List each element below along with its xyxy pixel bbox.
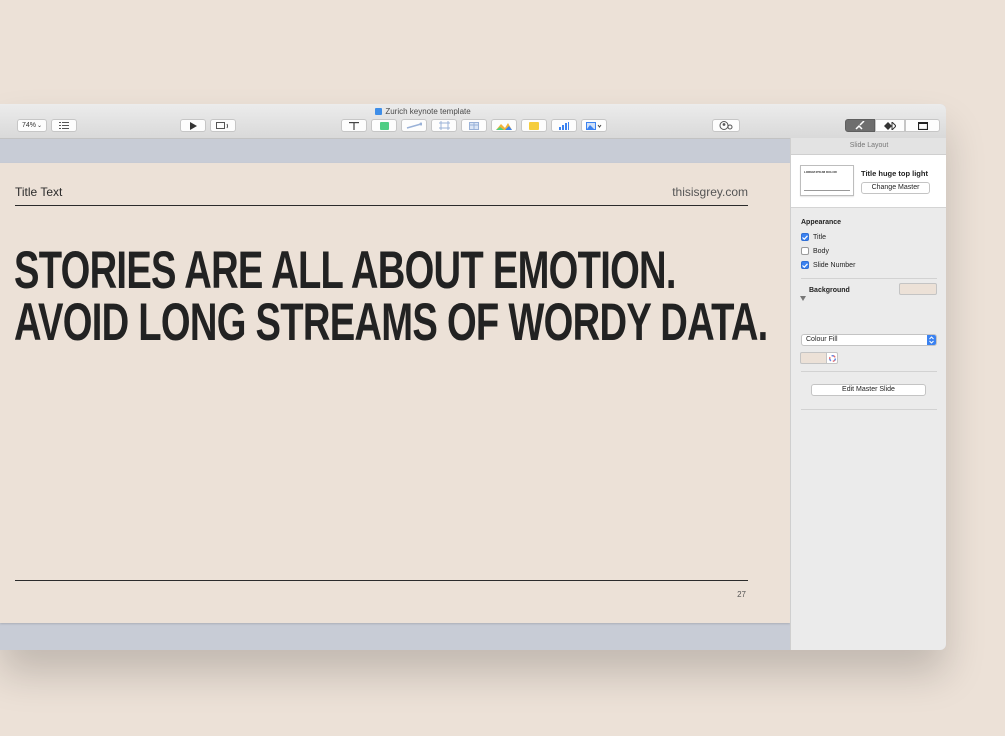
slide-number-checkbox-row[interactable]: Slide Number: [801, 261, 855, 269]
fill-type-select[interactable]: Colour Fill: [801, 334, 937, 346]
slide-top-rule: [15, 205, 748, 206]
document-tab-button[interactable]: [905, 119, 940, 132]
collaborate-button[interactable]: [712, 119, 740, 132]
appearance-label: Appearance: [801, 219, 842, 226]
checkmark-icon: [802, 234, 808, 240]
connection-icon: [406, 122, 422, 129]
divider: [801, 371, 937, 372]
body-checkbox-row[interactable]: Body: [801, 247, 829, 255]
shape-button[interactable]: [371, 119, 397, 132]
slide[interactable]: Title Text thisisgrey.com STORIES ARE AL…: [0, 163, 790, 623]
divider: [801, 409, 937, 410]
slide-bottom-rule: [15, 580, 748, 581]
toolbar: Zurich keynote template 74% ⌄: [0, 104, 946, 139]
play-icon: [189, 121, 197, 130]
change-master-button[interactable]: Change Master: [861, 182, 930, 194]
text-icon: [349, 121, 359, 130]
body-checkbox-label: Body: [813, 247, 829, 255]
document-icon: [917, 121, 928, 130]
keynote-live-icon: [216, 121, 228, 129]
master-name: Title huge top light: [861, 169, 928, 178]
transform-icon: [438, 121, 450, 130]
inspector-panel: Slide Layout LOREM IPSUM DOLOR Title hug…: [790, 138, 946, 650]
text-button[interactable]: [341, 119, 367, 132]
thumbnail-text: LOREM IPSUM DOLOR: [804, 170, 837, 174]
chevron-down-icon: ⌄: [36, 123, 43, 129]
divider: [801, 278, 937, 279]
format-icon: [855, 121, 865, 130]
bar-chart-button[interactable]: [551, 119, 577, 132]
collaborate-icon: [719, 121, 733, 130]
master-thumbnail[interactable]: LOREM IPSUM DOLOR: [800, 165, 854, 196]
edit-master-slide-button[interactable]: Edit Master Slide: [811, 384, 926, 396]
title-checkbox-row[interactable]: Title: [801, 233, 826, 241]
background-color-well[interactable]: [899, 283, 937, 295]
document-title: Zurich keynote template: [0, 107, 846, 116]
keynote-doc-icon: [375, 108, 383, 115]
media-button[interactable]: [581, 119, 607, 132]
table-icon: [469, 121, 479, 130]
format-tab-button[interactable]: [845, 119, 875, 132]
view-list-icon: [59, 122, 69, 129]
slide-number-checkbox-label: Slide Number: [813, 261, 856, 269]
select-arrows-icon: [927, 335, 936, 345]
shape-icon: [379, 121, 389, 130]
bar-chart-icon: [559, 121, 569, 130]
zoom-dropdown[interactable]: 74% ⌄: [17, 119, 47, 132]
title-checkbox-label: Title: [813, 233, 826, 241]
chart-icon: [496, 122, 512, 130]
slide-title-text[interactable]: Title Text: [15, 185, 62, 199]
play-button[interactable]: [180, 119, 206, 132]
slide-site-text[interactable]: thisisgrey.com: [672, 185, 748, 199]
animate-icon: [884, 121, 896, 130]
connection-button[interactable]: [401, 119, 427, 132]
headline-line-2: AVOID LONG STREAMS OF WORDY DATA.: [14, 293, 768, 352]
media-icon: [586, 121, 602, 130]
animate-tab-button[interactable]: [875, 119, 905, 132]
keynote-window: Zurich keynote template 74% ⌄ Title Text…: [0, 104, 946, 650]
comment-icon: [529, 121, 539, 130]
master-section: LOREM IPSUM DOLOR Title huge top light C…: [791, 155, 946, 208]
transform-button[interactable]: [431, 119, 457, 132]
body-checkbox[interactable]: [801, 247, 809, 255]
inspector-header: Slide Layout: [791, 138, 946, 155]
checkmark-icon: [802, 262, 808, 268]
keynote-live-button[interactable]: [210, 119, 236, 132]
thumbnail-rule: [804, 190, 850, 191]
view-list-button[interactable]: [51, 119, 77, 132]
color-wheel-button[interactable]: [827, 352, 838, 364]
table-button[interactable]: [461, 119, 487, 132]
background-label: Background: [809, 287, 850, 294]
headline-line-1: STORIES ARE ALL ABOUT EMOTION.: [14, 241, 677, 300]
title-checkbox[interactable]: [801, 233, 809, 241]
fill-color-well[interactable]: [800, 352, 827, 364]
slide-number-checkbox[interactable]: [801, 261, 809, 269]
slide-headline[interactable]: STORIES ARE ALL ABOUT EMOTION. AVOID LON…: [14, 241, 768, 352]
slide-number[interactable]: 27: [737, 590, 746, 599]
comment-button[interactable]: [521, 119, 547, 132]
disclosure-triangle-icon[interactable]: [800, 288, 806, 306]
chart-button[interactable]: [491, 119, 517, 132]
slide-canvas[interactable]: Title Text thisisgrey.com STORIES ARE AL…: [0, 139, 790, 650]
color-wheel-icon: [828, 354, 836, 362]
